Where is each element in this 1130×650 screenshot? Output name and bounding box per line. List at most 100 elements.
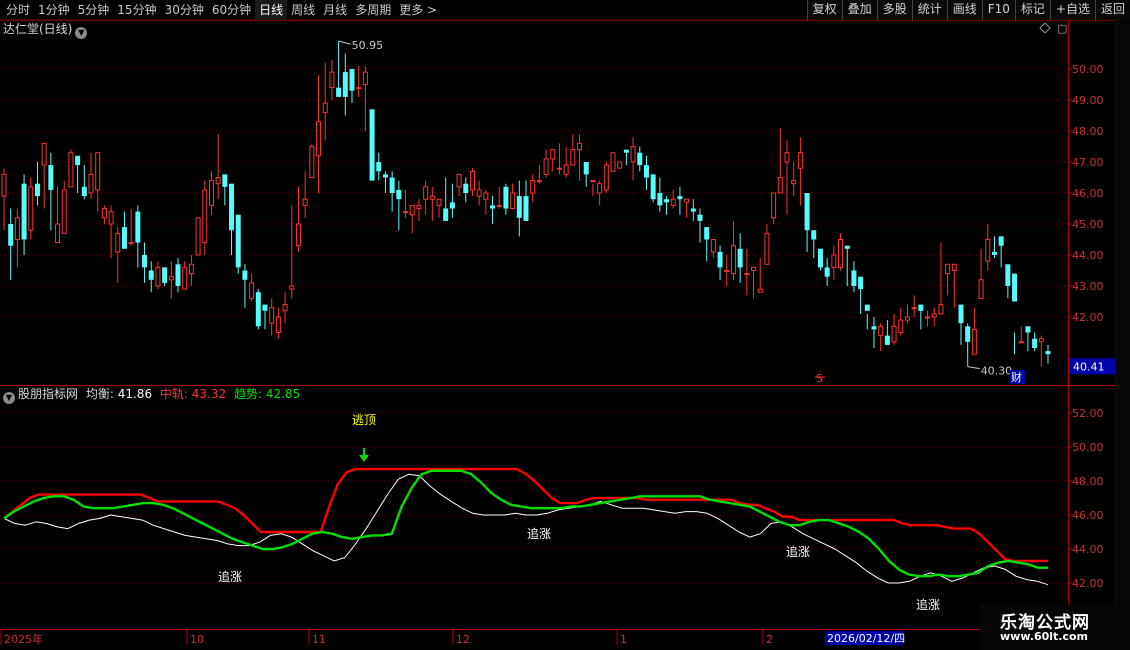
candle-body (235, 214, 241, 268)
candle-body (510, 192, 516, 209)
x-axis-label: 11 (312, 633, 326, 646)
candle-body (336, 87, 342, 97)
candle-body (590, 180, 596, 183)
x-axis-label: 1 (620, 633, 627, 646)
candle-body (255, 292, 261, 327)
candle-body (168, 276, 174, 281)
candle-body (965, 326, 971, 342)
candle-body (784, 152, 790, 163)
candle-body (730, 245, 736, 275)
candle-body (637, 152, 643, 166)
candle-body (670, 198, 676, 206)
candle-body (556, 167, 562, 170)
candle-body (108, 211, 114, 225)
chase-label: 追涨 (916, 597, 940, 612)
candle-body (476, 189, 482, 197)
watermark: 乐淘公式网 www.60lt.com (980, 604, 1130, 650)
candle-body (516, 196, 522, 218)
chase-label: 追涨 (527, 526, 551, 541)
candle-body (469, 170, 475, 191)
candle-body (61, 189, 67, 234)
candle-body (389, 177, 395, 193)
candle-body (998, 236, 1004, 246)
candle-body (1, 173, 7, 197)
candle-body (543, 158, 549, 175)
candle-body (771, 192, 777, 219)
candle-body (289, 285, 295, 290)
candle-body (597, 183, 603, 194)
candle-body (275, 316, 281, 333)
indicator-tick-label: 48.00 (1072, 475, 1104, 488)
indicator-tick-label: 42.00 (1072, 577, 1104, 590)
candle-body (991, 251, 997, 255)
candle-body (295, 223, 301, 247)
candle-body (577, 142, 583, 151)
candle-body (490, 205, 496, 209)
indicator-line-trend (3, 469, 1048, 578)
candle-body (791, 180, 797, 185)
candle-body (128, 242, 134, 245)
candle-body (202, 189, 208, 244)
candle-body (115, 232, 121, 253)
candle-body (623, 149, 629, 153)
candle-body (483, 192, 489, 200)
candle-body (704, 227, 710, 240)
candle-body (463, 183, 469, 193)
candle-body (316, 121, 322, 157)
candle-body (657, 193, 663, 206)
candle-body (797, 152, 803, 169)
candle-body (583, 162, 589, 175)
candle-body (349, 69, 355, 91)
candle-body (423, 186, 429, 200)
candle-body (155, 266, 161, 287)
candle-body (858, 276, 864, 290)
candle-body (530, 180, 536, 194)
candle-body (690, 208, 696, 212)
candle-body (329, 71, 335, 89)
candle-body (14, 217, 20, 241)
candle-body (503, 186, 509, 209)
candle-body (362, 71, 368, 85)
candle-body (416, 204, 422, 209)
candle-body (911, 307, 917, 310)
candle-body (8, 224, 14, 246)
candle-body (215, 177, 221, 185)
candle-body (382, 174, 388, 178)
candle-body (249, 282, 255, 299)
candle-body (985, 239, 991, 262)
candle-body (409, 204, 415, 216)
candle-body (664, 199, 670, 203)
x-axis-label: 2025年 (4, 632, 43, 646)
candle-body (55, 223, 61, 244)
candle-body (751, 266, 757, 271)
candle-body (142, 255, 148, 268)
candle-body (610, 152, 616, 172)
candle-body (48, 165, 54, 190)
candle-body (1038, 338, 1044, 343)
chase-label: 追涨 (218, 569, 242, 584)
candle-body (456, 173, 462, 188)
candle-body (148, 270, 154, 280)
price-tick-label: 45.00 (1072, 218, 1104, 231)
escape-top-label: 逃顶 (352, 413, 376, 427)
candle-body (322, 102, 328, 113)
candle-body (737, 248, 743, 268)
candle-body (302, 198, 308, 206)
candle-body (81, 186, 87, 197)
candle-body (878, 325, 884, 337)
price-tick-label: 43.00 (1072, 280, 1104, 293)
indicator-tick-label: 50.00 (1072, 441, 1104, 454)
candle-body (34, 183, 40, 197)
finance-marker: 财 (1011, 370, 1022, 384)
kline-chart[interactable]: 50.00 49.00 48.00 47.00 46.00 45.00 44.00 43.00… (0, 0, 1130, 650)
candle-body (570, 149, 576, 166)
candle-body (403, 211, 409, 214)
high-price-label: 50.95 (352, 39, 384, 52)
candle-body (603, 164, 609, 191)
candle-body (75, 155, 81, 166)
candle-body (804, 193, 810, 231)
low-pointer (967, 366, 980, 370)
candle-body (744, 273, 750, 276)
candle-body (951, 263, 957, 271)
candle-body (88, 173, 94, 194)
